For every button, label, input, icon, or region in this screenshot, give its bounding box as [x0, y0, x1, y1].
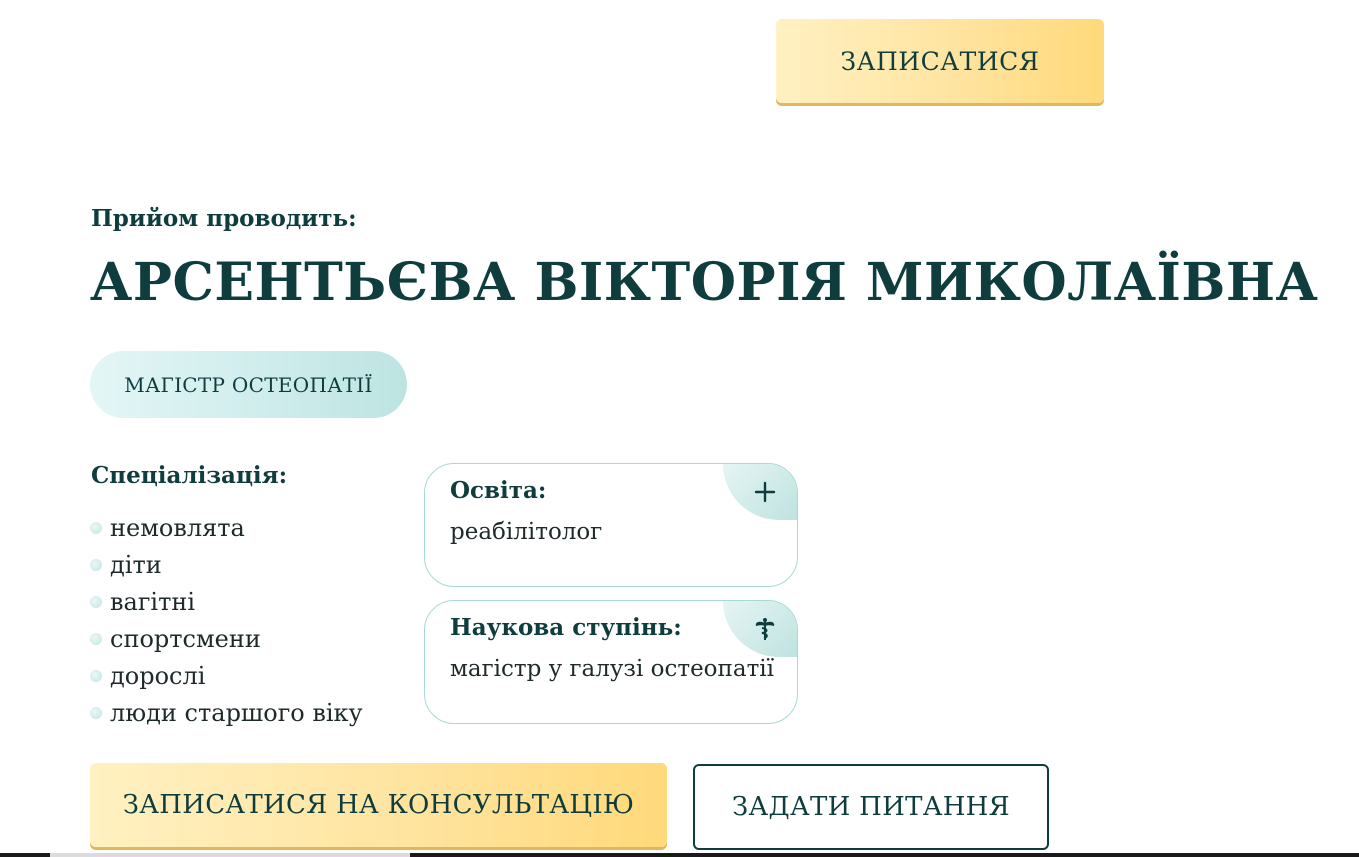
specialization-item: спортсмени: [90, 620, 363, 657]
specialization-title: Спеціалізація:: [91, 462, 288, 489]
degree-card: Наукова ступінь: магістр у галузі остеоп…: [424, 600, 798, 724]
education-title: Освіта:: [450, 477, 547, 504]
specialization-item-label: немовлята: [110, 513, 245, 542]
bullet-dot: [90, 595, 102, 608]
specialization-item: немовлята: [90, 509, 363, 546]
degree-badge: МАГІСТР ОСТЕОПАТІЇ: [90, 351, 407, 418]
specialization-item: дорослі: [90, 657, 363, 694]
conducts-label: Прийом проводить:: [91, 205, 357, 232]
specialization-item: люди старшого віку: [90, 694, 363, 731]
bullet-dot: [90, 558, 102, 571]
education-text: реабілітолог: [450, 519, 603, 545]
specialization-item: діти: [90, 546, 363, 583]
bullet-dot: [90, 632, 102, 645]
ask-question-button[interactable]: ЗАДАТИ ПИТАННЯ: [693, 764, 1049, 850]
bullet-dot: [90, 669, 102, 682]
book-consultation-button[interactable]: ЗАПИСАТИСЯ НА КОНСУЛЬТАЦІЮ: [90, 763, 667, 847]
doctor-profile-page: ЗАПИСАТИСЯ Прийом проводить: АРСЕНТЬЄВА …: [0, 0, 1359, 857]
bottom-scrollbar[interactable]: [0, 853, 1359, 857]
doctor-name: АРСЕНТЬЄВА ВІКТОРІЯ МИКОЛАЇВНА: [90, 252, 1319, 313]
degree-title: Наукова ступінь:: [450, 614, 682, 641]
specialization-item-label: спортсмени: [110, 624, 261, 653]
education-card: Освіта: реабілітолог: [424, 463, 798, 587]
specialization-item-label: люди старшого віку: [110, 698, 363, 727]
caduceus-icon: [723, 601, 797, 657]
specialization-item-label: вагітні: [110, 587, 196, 616]
plus-icon: [723, 464, 797, 520]
book-button-top[interactable]: ЗАПИСАТИСЯ: [776, 19, 1104, 103]
specialization-item-label: діти: [110, 550, 162, 579]
specialization-list: немовлята діти вагітні спортсмени доросл…: [90, 509, 363, 731]
bullet-dot: [90, 521, 102, 534]
specialization-item-label: дорослі: [110, 661, 206, 690]
degree-text: магістр у галузі остеопатії: [450, 656, 774, 682]
specialization-item: вагітні: [90, 583, 363, 620]
degree-badge-label: МАГІСТР ОСТЕОПАТІЇ: [124, 372, 373, 397]
bullet-dot: [90, 706, 102, 719]
scrollbar-thumb[interactable]: [50, 853, 410, 857]
